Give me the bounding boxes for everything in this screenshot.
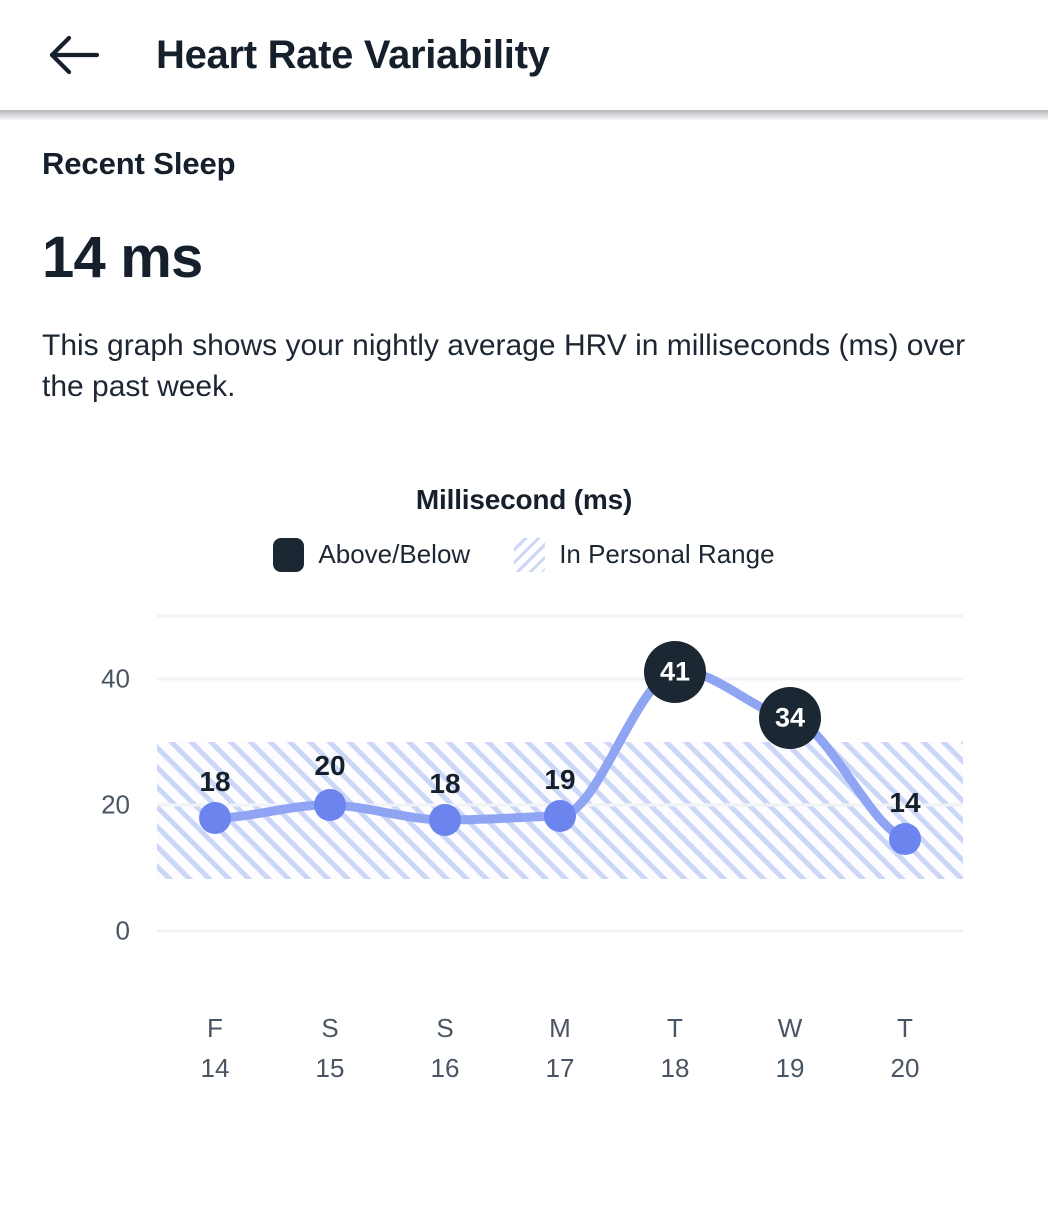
x-tick-dom-s15: 15: [315, 1053, 345, 1084]
metric-value: 14 ms: [42, 225, 203, 290]
x-tick-dom-f14: 14: [200, 1053, 230, 1084]
legend-swatch-hatch-icon: [514, 537, 546, 572]
back-button[interactable]: [42, 24, 104, 86]
content-area: Recent Sleep 14 ms This graph shows your…: [0, 110, 1048, 1083]
chart-svg: [157, 614, 963, 933]
x-tick-dow-t20: T: [897, 1012, 913, 1043]
x-tick-dow-s15: S: [321, 1012, 339, 1043]
x-tick-dom-s16: 16: [430, 1053, 460, 1084]
x-tick-t20: T 20: [891, 1008, 920, 1089]
data-point-s15: [314, 788, 346, 821]
y-tick-40: 40: [101, 663, 130, 694]
data-point-f14: [199, 801, 231, 834]
section-label: Recent Sleep: [42, 146, 236, 181]
chart-title: Millisecond (ms): [415, 483, 633, 515]
x-tick-f14: F 14: [201, 1008, 230, 1089]
metric-description: This graph shows your nightly average HR…: [42, 329, 966, 404]
data-point-t18: [644, 640, 706, 703]
x-axis: F 14 S 15 S 16 M 17 T 18 W 19 T 20: [0, 994, 1048, 1104]
x-tick-dom-m17: 17: [545, 1053, 575, 1084]
app-header: Heart Rate Variability: [0, 0, 1048, 121]
data-point-m17: [544, 799, 576, 832]
chart-plot-area: 40 20 0 18 20 18 19 41 34 14 F 14 S 15 S…: [0, 594, 1048, 1083]
x-tick-s16: S 16: [431, 1008, 460, 1089]
x-tick-dow-f14: F: [207, 1012, 223, 1043]
x-tick-dom-w19: 19: [775, 1053, 805, 1084]
x-tick-dow-t18: T: [667, 1012, 683, 1043]
x-tick-s15: S 15: [316, 1008, 345, 1089]
x-tick-dow-s16: S: [436, 1012, 454, 1043]
data-point-w19: [759, 686, 821, 749]
data-point-t20: [889, 822, 921, 855]
x-tick-w19: W 19: [776, 1008, 805, 1089]
x-tick-dom-t20: 20: [890, 1053, 920, 1084]
x-tick-dom-t18: 18: [660, 1053, 690, 1084]
x-tick-dow-m17: M: [549, 1012, 571, 1043]
arrow-left-icon: [47, 34, 99, 76]
y-tick-20: 20: [101, 789, 130, 820]
legend-item-above-below: Above/Below: [273, 537, 471, 572]
legend-item-in-personal-range: In Personal Range: [514, 537, 775, 572]
y-tick-0: 0: [115, 915, 130, 946]
legend-label-above-below: Above/Below: [318, 539, 471, 570]
legend-label-in-personal-range: In Personal Range: [559, 539, 775, 570]
x-tick-t18: T 18: [661, 1008, 690, 1089]
hrv-chart: Millisecond (ms) Above/Below In Personal…: [0, 483, 1048, 1083]
legend-swatch-solid-icon: [273, 537, 305, 572]
chart-legend: Above/Below In Personal Range: [0, 537, 1048, 572]
x-tick-dow-w19: W: [777, 1012, 803, 1043]
page-title: Heart Rate Variability: [156, 32, 550, 77]
x-tick-m17: M 17: [546, 1008, 575, 1089]
data-point-s16: [429, 803, 461, 836]
